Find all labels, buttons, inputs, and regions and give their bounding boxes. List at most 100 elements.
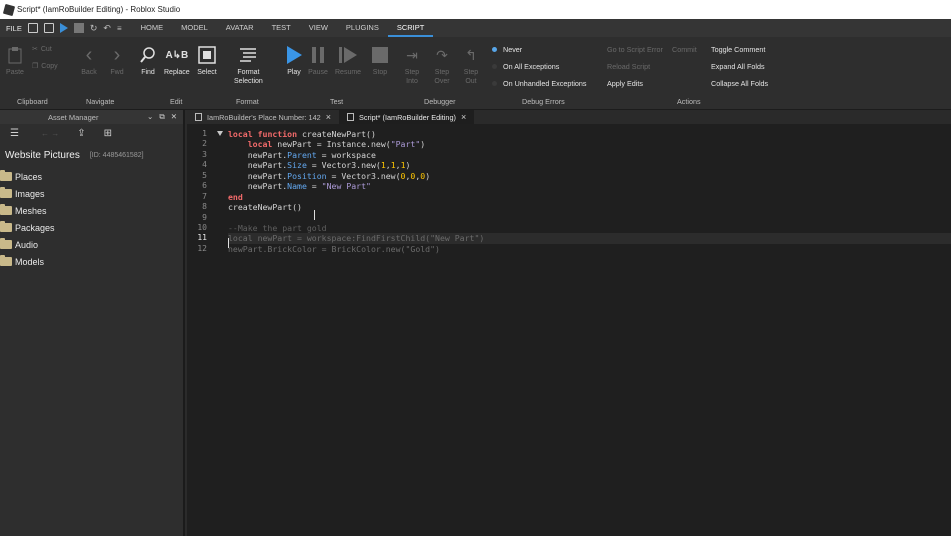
commit-button[interactable]: Commit (672, 45, 697, 54)
paste-button[interactable]: Paste (5, 45, 25, 77)
text-caret (228, 238, 229, 248)
code-line[interactable]: local newPart = Instance.new("Part") (228, 139, 951, 149)
close-tab-icon[interactable]: × (326, 112, 331, 122)
folder-icon (0, 187, 12, 198)
play-button[interactable]: Play (284, 45, 304, 77)
new-file-icon[interactable] (27, 23, 38, 33)
format-lines-icon (238, 45, 258, 65)
grid-view-icon[interactable]: ⊞ (104, 128, 112, 139)
fold-toggle-icon[interactable] (217, 131, 223, 136)
code-line[interactable]: newPart.BrickColor = BrickColor.new("Gol… (228, 244, 951, 254)
asset-manager-header: Asset Manager ⌄ ⧉ ✕ (0, 110, 183, 124)
tab-avatar[interactable]: AVATAR (217, 19, 263, 37)
find-button[interactable]: Find (138, 45, 158, 77)
code-token: = workspace (316, 149, 376, 160)
go-to-script-error-button[interactable]: Go to Script Error (607, 45, 663, 54)
back-arrow-icon: ‹ (85, 43, 93, 66)
collapse-all-folds-button[interactable]: Collapse All Folds (711, 79, 768, 88)
radio-on-unhandled-exceptions[interactable]: On Unhandled Exceptions (492, 79, 587, 88)
code-line[interactable]: newPart.Name = "New Part" (228, 181, 951, 191)
select-button[interactable]: Select (197, 45, 217, 77)
tab-plugins[interactable]: PLUGINS (337, 19, 388, 37)
code-token: newPart. (228, 160, 288, 171)
test-group-label: Test (330, 97, 344, 106)
undock-icon[interactable]: ⧉ (159, 112, 164, 122)
back-button[interactable]: ‹ Back (79, 45, 99, 77)
close-icon[interactable]: ✕ (171, 112, 177, 122)
stop-square-icon (370, 45, 390, 65)
toggle-comment-button[interactable]: Toggle Comment (711, 45, 765, 54)
replace-button[interactable]: A↳B Replace (164, 45, 190, 77)
format-selection-button[interactable]: Format Selection (234, 45, 263, 86)
file-menu[interactable]: FILE (0, 24, 28, 33)
code-token: local newPart = workspace:FindFirstChild… (228, 233, 485, 244)
tab-script[interactable]: SCRIPT (387, 19, 434, 37)
save-icon[interactable] (43, 23, 54, 33)
play-icon[interactable] (59, 23, 68, 33)
script-icon (347, 113, 355, 121)
document-icon (195, 113, 202, 121)
step-into-button[interactable]: ⇥ Step Into (402, 45, 422, 86)
cut-button[interactable]: ✂ Cut (32, 45, 52, 54)
apply-edits-button[interactable]: Apply Edits (607, 79, 643, 88)
paste-icon (5, 45, 25, 65)
actions-group-label: Actions (677, 97, 701, 106)
stop-button[interactable]: Stop (370, 45, 390, 77)
folder-packages[interactable]: Packages (0, 219, 183, 236)
folder-images[interactable]: Images (0, 185, 183, 202)
code-line[interactable]: local newPart = workspace:FindFirstChild… (228, 233, 951, 244)
line-number: 3 (202, 149, 207, 159)
script-editor[interactable]: 1 2 3 4 5 6 7 8 9 10 11 12 local functio… (187, 124, 951, 536)
roblox-studio-logo-icon (2, 3, 16, 16)
folder-places[interactable]: Places (0, 168, 183, 185)
code-line[interactable]: newPart.Position = Vector3.new(0,0,0) (228, 171, 951, 181)
folder-models[interactable]: Models (0, 253, 183, 270)
forward-button[interactable]: › Fwd (107, 45, 127, 77)
folder-meshes[interactable]: Meshes (0, 202, 183, 219)
code-line[interactable] (228, 213, 951, 223)
debug-errors-group-label: Debug Errors (522, 97, 565, 106)
code-line[interactable]: local function createNewPart() (228, 129, 951, 139)
line-number: 10 (197, 222, 207, 232)
pause-button[interactable]: Pause (308, 45, 328, 77)
folder-audio[interactable]: Audio (0, 236, 183, 253)
close-tab-icon[interactable]: × (461, 112, 466, 122)
redo-icon[interactable]: ↻ (90, 23, 98, 34)
mouse-ibeam-cursor-icon (314, 210, 320, 220)
tab-test[interactable]: TEST (263, 19, 300, 37)
undo-icon[interactable]: ↶ (103, 23, 111, 34)
line-number: 8 (202, 202, 207, 212)
code-line[interactable]: newPart.Size = Vector3.new(1,1,1) (228, 160, 951, 170)
code-line[interactable]: --Make the part gold (228, 223, 951, 233)
tab-place[interactable]: IamRoBuilder's Place Number: 142 × (187, 110, 339, 124)
reload-script-button[interactable]: Reload Script (607, 62, 650, 71)
customize-toolbar-icon[interactable]: ≡ (117, 24, 122, 33)
line-number: 12 (197, 243, 207, 253)
code-token: Parent (287, 149, 317, 160)
tab-home[interactable]: HOME (132, 19, 173, 37)
radio-on-all-exceptions[interactable]: On All Exceptions (492, 62, 559, 71)
copy-button[interactable]: ❐ Copy (32, 62, 58, 71)
step-out-button[interactable]: ↰ Step Out (461, 45, 481, 86)
back-arrow-icon[interactable]: ← → (41, 129, 59, 138)
place-header: Website Pictures [ID: 4485461582] (0, 142, 183, 168)
select-icon (197, 45, 217, 65)
menu-icon[interactable]: ☰ (10, 128, 19, 139)
code-token: createNewPart() (297, 129, 376, 139)
code-line[interactable]: createNewPart() (228, 202, 951, 212)
step-into-icon: ⇥ (406, 46, 418, 63)
step-over-button[interactable]: ↷ Step Over (432, 45, 452, 86)
dropdown-chevron-icon[interactable]: ⌄ (147, 112, 153, 122)
radio-never[interactable]: Never (492, 45, 522, 54)
code-line[interactable]: end (228, 192, 951, 202)
expand-all-folds-button[interactable]: Expand All Folds (711, 62, 765, 71)
asset-manager-panel: Asset Manager ⌄ ⧉ ✕ ☰ ← → ⇪ ⊞ Website Pi… (0, 110, 185, 536)
edit-group-label: Edit (170, 97, 183, 106)
tab-model[interactable]: MODEL (172, 19, 217, 37)
tab-view[interactable]: VIEW (300, 19, 337, 37)
stop-icon[interactable] (73, 23, 84, 33)
tab-script-editor[interactable]: Script* (IamRoBuilder Editing) × (339, 110, 475, 124)
upload-icon[interactable]: ⇪ (77, 128, 85, 139)
code-line[interactable]: newPart.Parent = workspace (228, 150, 951, 160)
resume-button[interactable]: Resume (335, 45, 361, 77)
